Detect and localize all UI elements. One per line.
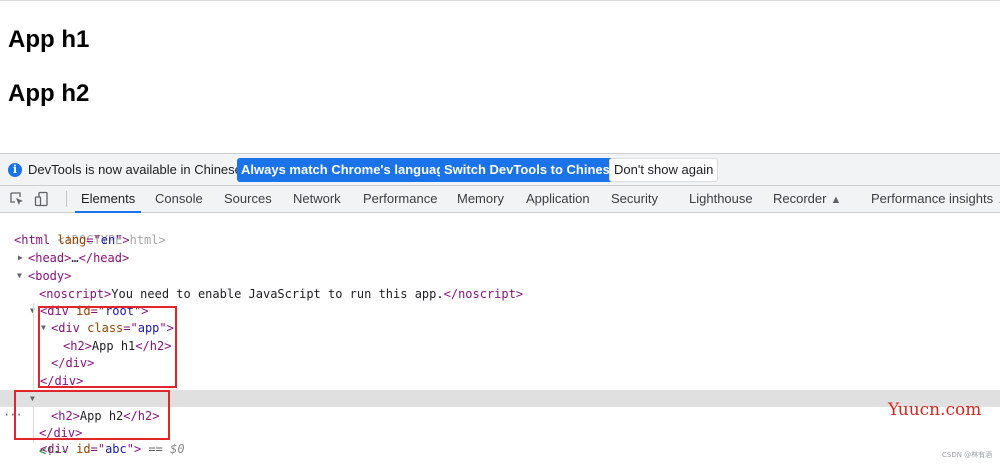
html-node[interactable]: <html lang="en">: [14, 232, 130, 249]
tab-memory[interactable]: Memory: [457, 186, 504, 212]
rendered-page: App h1 App h2: [0, 1, 1000, 153]
tab-recorder-label: Recorder: [773, 191, 827, 206]
dont-show-again-button[interactable]: Don't show again: [609, 158, 719, 182]
device-toolbar-icon[interactable]: [34, 191, 50, 207]
tabbar-separator: [66, 191, 67, 207]
page-heading-2: App h2: [8, 80, 90, 107]
comment-node[interactable]: <!--: [39, 443, 68, 460]
tab-performance-insights[interactable]: Performance insights▲: [871, 186, 1000, 212]
highlight-box-root: [38, 306, 177, 388]
credit-text: CSDN @林有酒: [942, 451, 993, 459]
flask-icon: ▲: [830, 194, 842, 206]
language-infobar: i DevTools is now available in Chinese! …: [0, 154, 1000, 186]
infobar-message: DevTools is now available in Chinese!: [28, 162, 246, 177]
info-icon: i: [8, 163, 22, 177]
body-node[interactable]: <body>: [28, 268, 71, 285]
tab-lighthouse[interactable]: Lighthouse: [689, 186, 753, 212]
tab-application[interactable]: Application: [526, 186, 590, 212]
tab-sources[interactable]: Sources: [224, 186, 272, 212]
tab-performance[interactable]: Performance: [363, 186, 437, 212]
tab-security[interactable]: Security: [611, 186, 658, 212]
tab-recorder[interactable]: Recorder ▲: [773, 186, 841, 212]
switch-devtools-chinese-button[interactable]: Switch DevTools to Chinese: [440, 158, 622, 182]
collapse-body-arrow[interactable]: ▼: [17, 267, 22, 284]
inspect-element-icon[interactable]: [9, 191, 25, 207]
expand-head-arrow[interactable]: ▶: [18, 249, 23, 266]
devtools-panel: i DevTools is now available in Chinese! …: [0, 153, 1000, 465]
indent-guide: [33, 303, 34, 389]
head-node[interactable]: <head>…</head>: [28, 250, 129, 267]
tab-performance-insights-label: Performance insights: [871, 191, 994, 206]
selected-marker: ==: [148, 442, 163, 456]
match-chrome-language-button[interactable]: Always match Chrome's language: [237, 158, 456, 182]
noscript-node[interactable]: <noscript>You need to enable JavaScript …: [39, 286, 523, 303]
selected-var: $0: [170, 442, 185, 456]
tab-network[interactable]: Network: [293, 186, 341, 212]
tab-elements[interactable]: Elements: [74, 186, 142, 213]
devtools-tabbar: Elements Console Sources Network Perform…: [0, 186, 1000, 213]
doctype-line[interactable]: <!DOCTYPE html>: [14, 215, 165, 247]
highlight-box-abc: [14, 390, 170, 440]
tab-console[interactable]: Console: [155, 186, 203, 212]
watermark: Yuucn.com: [888, 400, 982, 420]
page-heading-1: App h1: [8, 26, 90, 53]
